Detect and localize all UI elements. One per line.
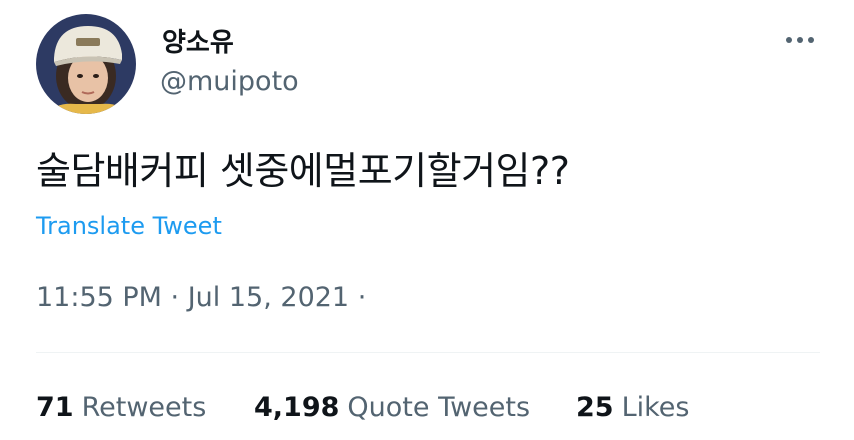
tweet-card: 양소유 @muipoto 술담배커피 셋중에멀포기할거임?? Translate… [0, 0, 854, 440]
quote-tweets-count: 4,198 [254, 392, 340, 423]
retweets-stat[interactable]: 71 Retweets [36, 392, 206, 423]
retweets-label: Retweets [81, 392, 207, 423]
divider [36, 352, 820, 353]
quote-tweets-label: Quote Tweets [347, 392, 531, 423]
more-button[interactable] [780, 28, 820, 52]
retweets-count: 71 [36, 392, 74, 423]
avatar[interactable] [36, 14, 136, 114]
tweet-text: 술담배커피 셋중에멀포기할거임?? [36, 149, 570, 193]
likes-count: 25 [576, 392, 614, 423]
likes-label: Likes [621, 392, 690, 423]
display-name[interactable]: 양소유 [162, 22, 234, 59]
likes-stat[interactable]: 25 Likes [576, 392, 689, 423]
user-handle[interactable]: @muipoto [160, 66, 299, 97]
quote-tweets-stat[interactable]: 4,198 Quote Tweets [254, 392, 530, 423]
more-horizontal-icon [786, 37, 814, 43]
tweet-timestamp[interactable]: 11:55 PM · Jul 15, 2021 · [36, 282, 366, 313]
translate-tweet-link[interactable]: Translate Tweet [36, 212, 222, 240]
